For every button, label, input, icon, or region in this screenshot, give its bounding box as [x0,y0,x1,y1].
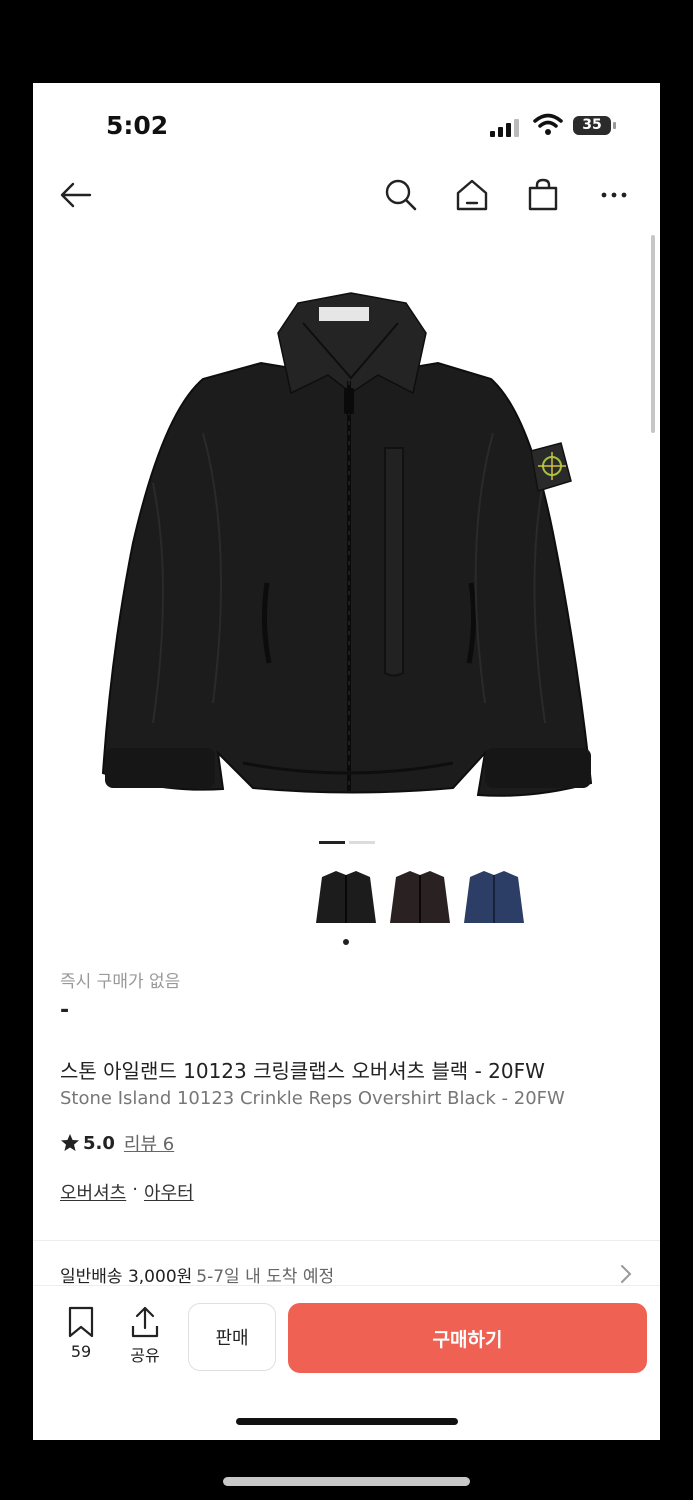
shipping-info[interactable]: 일반배송 3,000원 5-7일 내 도착 예정 [60,1262,334,1287]
shipping-label: 일반배송 3,000원 [60,1267,193,1287]
bookmark-count: 59 [70,1342,92,1361]
search-icon[interactable] [383,177,419,213]
buy-button[interactable]: 구매하기 [288,1303,647,1373]
status-time: 5:02 [106,111,169,140]
bottom-action-bar: 59 공유 판매 구매하기 [33,1285,660,1440]
battery-indicator: 35 [573,116,611,135]
category-row: 오버셔츠 · 아우터 [60,1179,194,1205]
battery-tip [613,122,616,129]
star-icon [61,1134,79,1151]
pager-dot[interactable] [349,841,375,844]
pager-dot-active [319,841,345,844]
home-indicator[interactable] [236,1418,458,1425]
app-screen: 5:02 35 즉시 구매가 없음 - 스톤 아일랜드 10123 크링클랩스 … [33,83,660,1440]
shipping-date: 5-7일 내 도착 예정 [196,1267,335,1287]
rating-value: 5.0 [83,1132,115,1154]
product-image[interactable] [93,283,603,813]
review-link[interactable]: 리뷰 6 [124,1130,174,1156]
thumbnail-selected-dot [343,939,349,945]
scroll-indicator[interactable] [651,235,655,433]
price: - [60,998,70,1023]
chevron-right-icon[interactable] [619,1263,633,1285]
shopping-bag-icon[interactable] [525,177,561,213]
instant-purchase-label: 즉시 구매가 없음 [60,972,181,992]
collar-label [319,307,369,321]
cellular-signal-icon [490,119,519,137]
wifi-icon [533,113,563,135]
section-divider [33,1240,660,1241]
bookmark-icon [68,1306,94,1338]
thumbnail-black[interactable] [314,863,378,933]
product-name-korean: 스톤 아일랜드 10123 크링클랩스 오버셔츠 블랙 - 20FW [60,1059,545,1083]
more-icon[interactable] [596,177,632,213]
thumbnail-dark-brown[interactable] [388,863,452,933]
bookmark-button[interactable]: 59 [61,1306,101,1361]
status-bar: 5:02 35 [33,83,660,163]
top-navigation [33,163,660,227]
rating-row: 5.0 리뷰 6 [60,1130,174,1156]
compass-badge [530,442,572,492]
category-link-overshirt[interactable]: 오버셔츠 [60,1179,126,1205]
category-link-outer[interactable]: 아우터 [144,1179,194,1205]
product-name-english: Stone Island 10123 Crinkle Reps Overshir… [60,1088,565,1109]
outer-home-indicator [223,1477,470,1486]
category-separator: · [132,1179,138,1200]
share-icon [131,1306,159,1338]
share-label: 공유 [130,1346,160,1365]
home-icon[interactable] [454,177,490,213]
sell-button[interactable]: 판매 [188,1303,276,1371]
back-arrow-icon[interactable] [58,177,94,213]
thumbnail-navy[interactable] [462,863,526,933]
share-button[interactable]: 공유 [125,1306,165,1366]
